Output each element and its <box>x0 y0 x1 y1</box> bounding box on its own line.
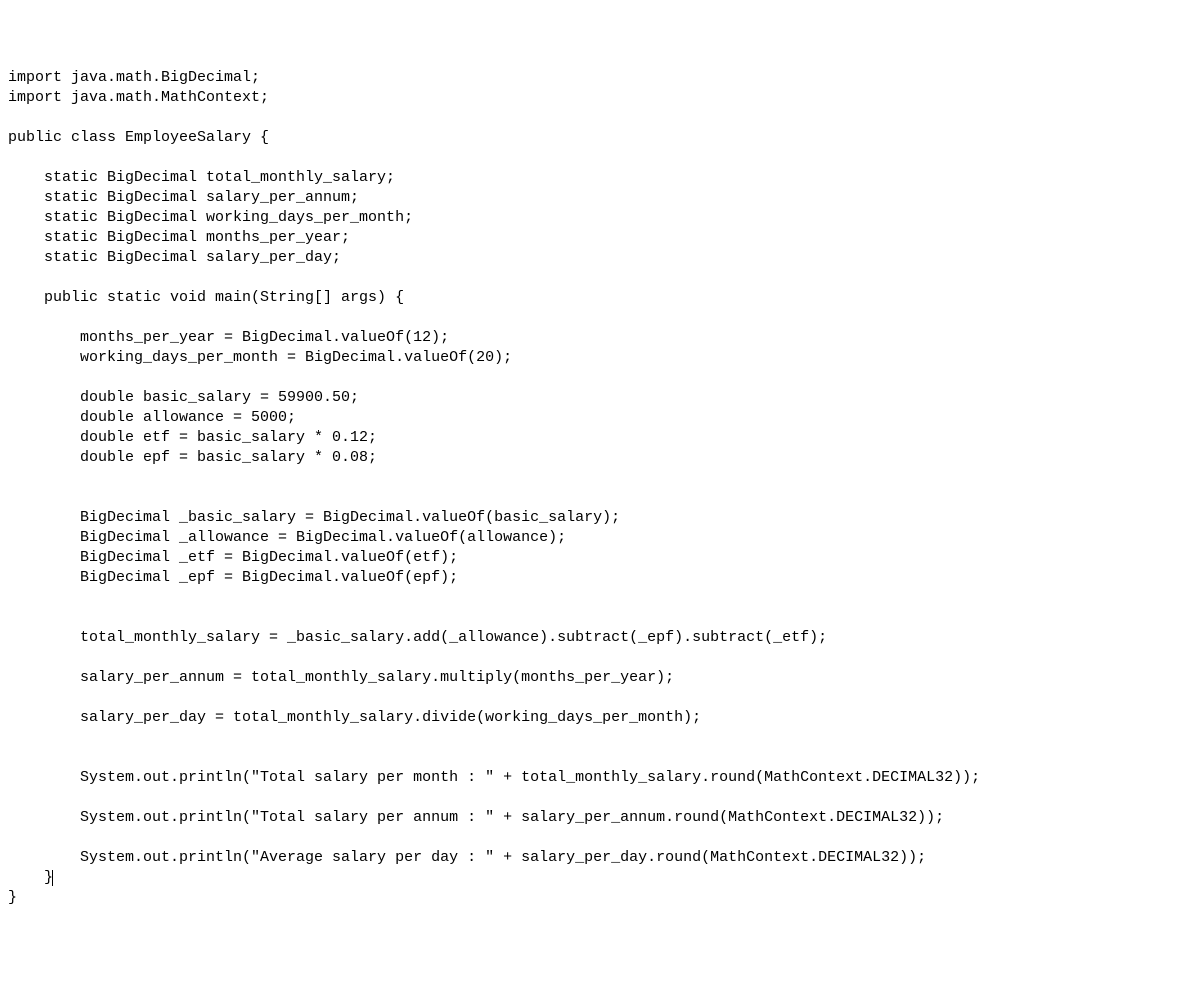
code-line: total_monthly_salary = _basic_salary.add… <box>8 629 827 646</box>
code-line: months_per_year = BigDecimal.valueOf(12)… <box>8 329 449 346</box>
code-line: public class EmployeeSalary { <box>8 129 269 146</box>
code-line: BigDecimal _allowance = BigDecimal.value… <box>8 529 566 546</box>
code-line: double etf = basic_salary * 0.12; <box>8 429 377 446</box>
code-line: static BigDecimal total_monthly_salary; <box>8 169 395 186</box>
code-line: System.out.println("Average salary per d… <box>8 849 926 866</box>
code-line: import java.math.BigDecimal; <box>8 69 260 86</box>
code-editor[interactable]: import java.math.BigDecimal; import java… <box>8 68 1192 908</box>
code-line: double allowance = 5000; <box>8 409 296 426</box>
code-line: double epf = basic_salary * 0.08; <box>8 449 377 466</box>
code-line: working_days_per_month = BigDecimal.valu… <box>8 349 512 366</box>
code-line: public static void main(String[] args) { <box>8 289 404 306</box>
code-line: double basic_salary = 59900.50; <box>8 389 359 406</box>
code-line: static BigDecimal salary_per_day; <box>8 249 341 266</box>
code-line: BigDecimal _etf = BigDecimal.valueOf(etf… <box>8 549 458 566</box>
code-line: static BigDecimal working_days_per_month… <box>8 209 413 226</box>
code-line: System.out.println("Total salary per ann… <box>8 809 944 826</box>
code-line: salary_per_annum = total_monthly_salary.… <box>8 669 674 686</box>
code-line: salary_per_day = total_monthly_salary.di… <box>8 709 701 726</box>
code-line: static BigDecimal salary_per_annum; <box>8 189 359 206</box>
code-line: static BigDecimal months_per_year; <box>8 229 350 246</box>
code-line: BigDecimal _basic_salary = BigDecimal.va… <box>8 509 620 526</box>
code-line: BigDecimal _epf = BigDecimal.valueOf(epf… <box>8 569 458 586</box>
code-line: System.out.println("Total salary per mon… <box>8 769 980 786</box>
text-cursor <box>52 870 53 886</box>
code-line: import java.math.MathContext; <box>8 89 269 106</box>
code-line: } <box>8 869 53 886</box>
code-line: } <box>8 889 17 906</box>
